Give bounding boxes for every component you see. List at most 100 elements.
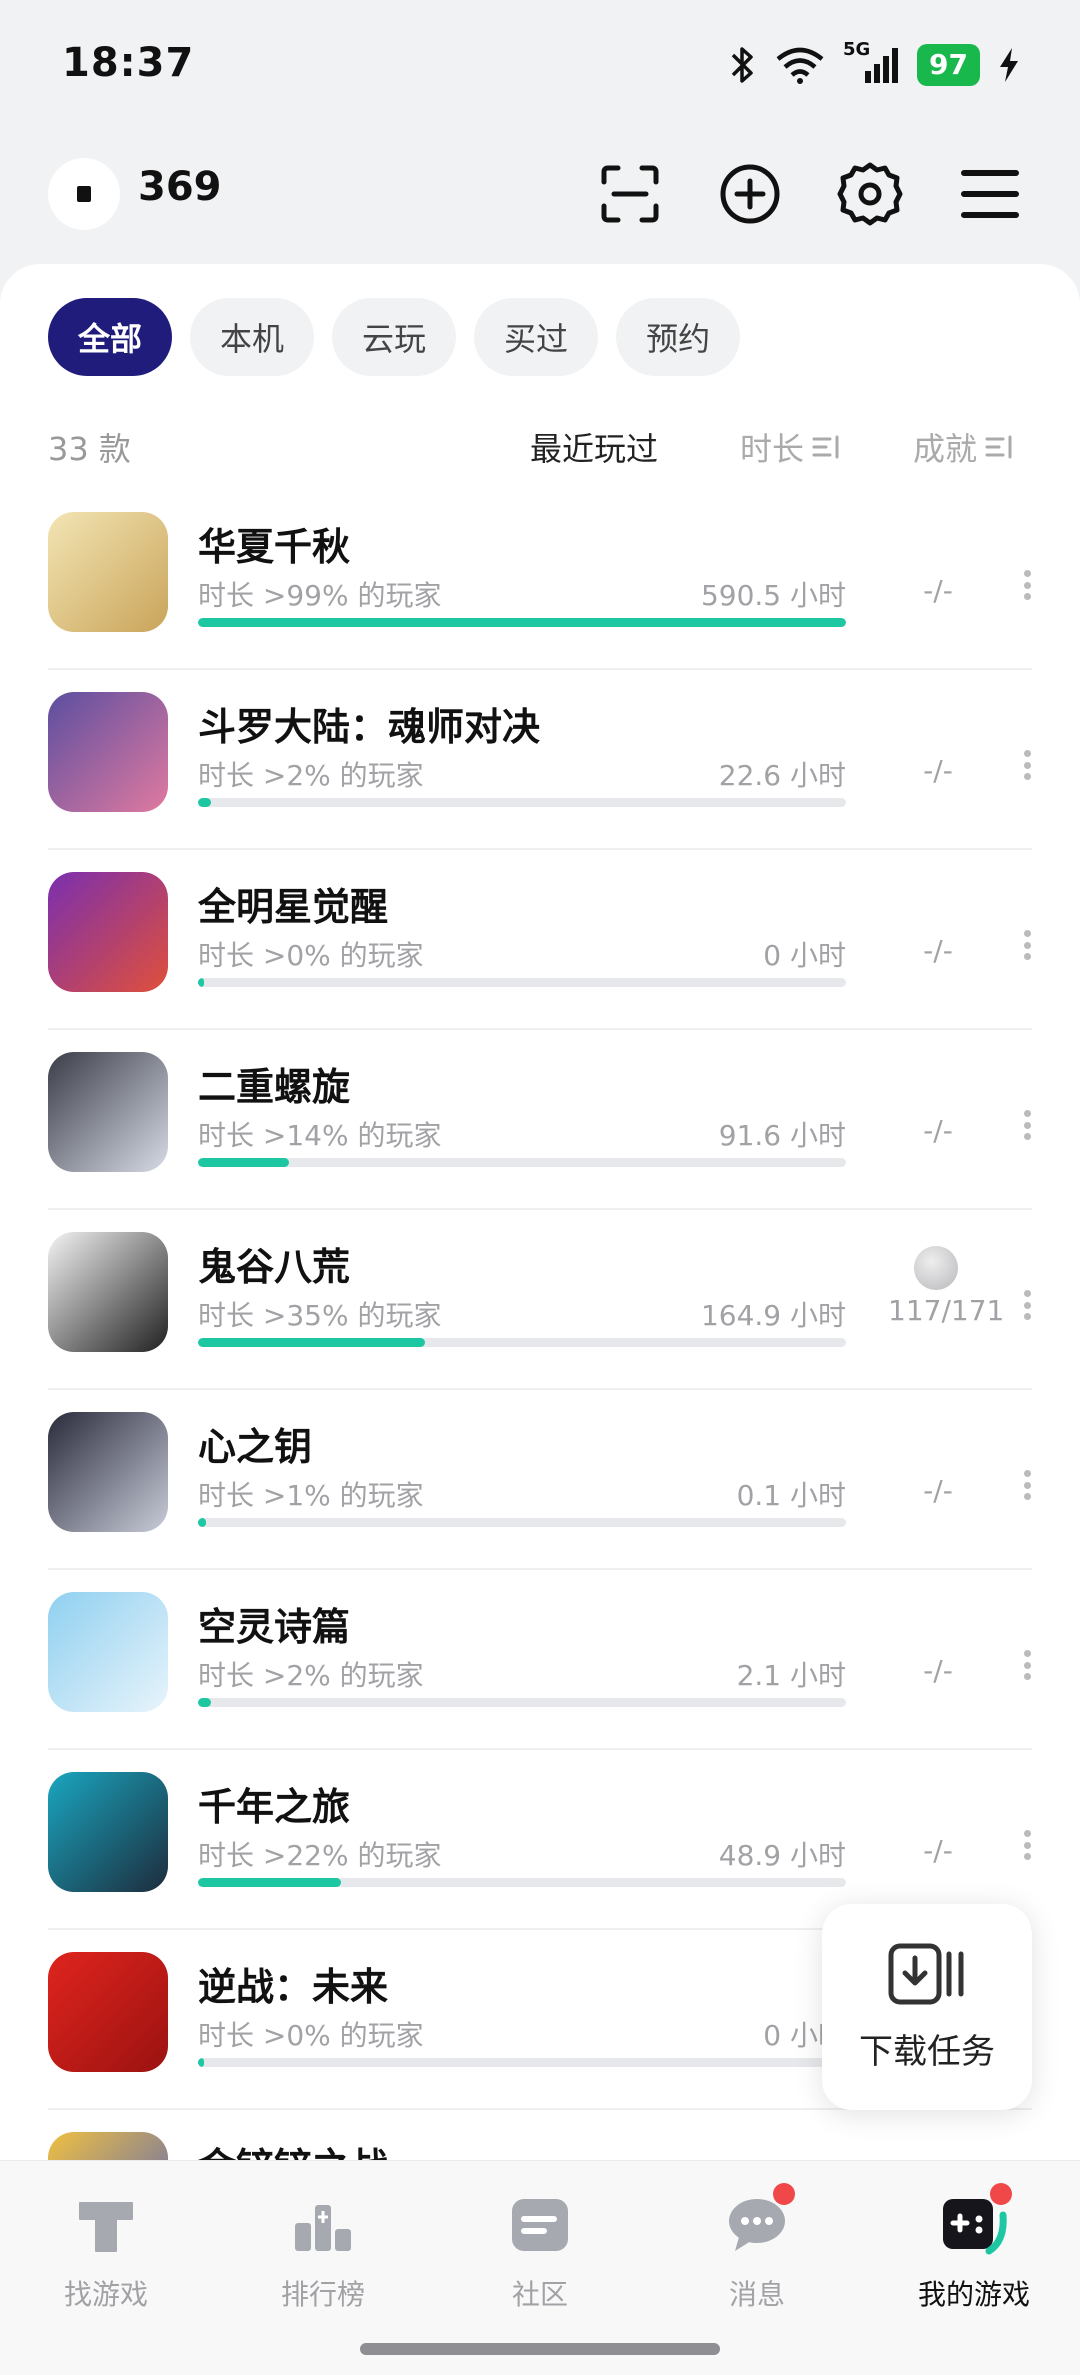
playtime-hours: 2.1 小时: [736, 1659, 846, 1692]
playtime-rank: 时长 >0% 的玩家: [198, 2019, 424, 2052]
home-indicator[interactable]: [360, 2343, 720, 2355]
game-row[interactable]: 金铲铲之战: [48, 2110, 1032, 2164]
nav-label: 消息: [728, 2278, 785, 2311]
game-name: 二重螺旋: [198, 1065, 351, 1109]
more-options-icon[interactable]: [1022, 1290, 1032, 1320]
nav-ranking[interactable]: 排行榜: [243, 2189, 403, 2313]
my-games-icon: [938, 2183, 1012, 2261]
message-icon: [721, 2183, 795, 2261]
playtime-rank: 时长 >14% 的玩家: [198, 1119, 442, 1152]
avatar-image: [77, 186, 91, 202]
tab-all[interactable]: 全部: [48, 298, 173, 376]
playtime-hours: 0 小时: [763, 939, 846, 972]
playtime-rank: 时长 >2% 的玩家: [198, 759, 424, 792]
settings-button[interactable]: [834, 158, 906, 230]
gear-icon: [837, 162, 903, 226]
game-icon[interactable]: [48, 1592, 168, 1712]
filter-tabs: 全部 本机 云玩 买过 预约: [48, 298, 741, 376]
nav-label: 找游戏: [63, 2278, 148, 2311]
signal-icon: 5G: [843, 39, 899, 85]
nav-find-games[interactable]: 找游戏: [26, 2189, 186, 2313]
playtime-rank: 时长 >1% 的玩家: [198, 1479, 424, 1512]
game-name: 千年之旅: [198, 1785, 351, 1829]
game-row[interactable]: 二重螺旋 时长 >14% 的玩家 91.6 小时 -/-: [48, 1030, 1032, 1210]
game-icon[interactable]: [48, 1232, 168, 1352]
playtime-hours: 22.6 小时: [718, 759, 846, 792]
playtime-rank: 时长 >0% 的玩家: [198, 939, 424, 972]
playtime-progress-bar: [198, 2058, 846, 2067]
playtime-progress-bar: [198, 1698, 846, 1707]
charging-icon: [1000, 48, 1018, 82]
playtime-progress-fill: [198, 798, 211, 807]
sort-icon: [812, 435, 839, 459]
scan-button[interactable]: [594, 158, 666, 230]
download-tasks-button[interactable]: 下载任务: [822, 1904, 1032, 2110]
more-options-icon[interactable]: [1022, 1110, 1032, 1140]
nav-label: 排行榜: [280, 2278, 365, 2311]
playtime-progress-fill: [198, 978, 205, 987]
download-icon: [888, 1943, 964, 2004]
game-row[interactable]: 心之钥 时长 >1% 的玩家 0.1 小时 -/-: [48, 1390, 1032, 1570]
game-row[interactable]: 斗罗大陆：魂师对决 时长 >2% 的玩家 22.6 小时 -/-: [48, 670, 1032, 850]
more-options-icon[interactable]: [1022, 750, 1032, 780]
game-icon[interactable]: [48, 1412, 168, 1532]
game-icon[interactable]: [48, 1052, 168, 1172]
game-name: 全明星觉醒: [198, 885, 389, 929]
sort-duration[interactable]: 时长: [740, 424, 842, 470]
game-row[interactable]: 千年之旅 时长 >22% 的玩家 48.9 小时 -/-: [48, 1750, 1032, 1930]
game-icon[interactable]: [48, 692, 168, 812]
game-row[interactable]: 全明星觉醒 时长 >0% 的玩家 0 小时 -/-: [48, 850, 1032, 1030]
nav-messages[interactable]: 消息: [677, 2183, 837, 2313]
nav-community[interactable]: 社区: [460, 2189, 620, 2313]
plus-circle-icon: [720, 164, 780, 224]
avatar[interactable]: [48, 158, 120, 230]
playtime-hours: 590.5 小时: [700, 579, 846, 612]
tab-reserved[interactable]: 预约: [616, 298, 741, 376]
more-options-icon[interactable]: [1022, 1830, 1032, 1860]
message-badge: [773, 2183, 795, 2205]
trophy-icon: [914, 1246, 958, 1290]
nav-my-games[interactable]: 我的游戏: [894, 2183, 1054, 2313]
game-name: 斗罗大陆：魂师对决: [198, 705, 541, 749]
ranking-icon: [287, 2189, 359, 2261]
playtime-progress-fill: [198, 1698, 211, 1707]
game-icon[interactable]: [48, 512, 168, 632]
more-options-icon[interactable]: [1022, 1470, 1032, 1500]
battery-level: 97: [917, 44, 980, 86]
playtime-progress-fill: [198, 618, 846, 627]
achievement-count: -/-: [923, 1834, 953, 1867]
game-icon[interactable]: [48, 1952, 168, 2072]
game-name: 空灵诗篇: [198, 1605, 351, 1649]
playtime-progress-bar: [198, 1878, 846, 1887]
game-row[interactable]: 空灵诗篇 时长 >2% 的玩家 2.1 小时 -/-: [48, 1570, 1032, 1750]
more-options-icon[interactable]: [1022, 930, 1032, 960]
coin-balance[interactable]: 369: [138, 164, 222, 210]
playtime-rank: 时长 >35% 的玩家: [198, 1299, 442, 1332]
tab-purchased[interactable]: 买过: [474, 298, 599, 376]
more-options-icon[interactable]: [1022, 1650, 1032, 1680]
game-icon[interactable]: [48, 872, 168, 992]
game-name: 华夏千秋: [198, 525, 351, 569]
sort-achievement[interactable]: 成就: [913, 424, 1015, 470]
sort-icon: [985, 435, 1012, 459]
sort-duration-label: 时长: [740, 430, 805, 468]
sort-achievement-label: 成就: [913, 430, 978, 468]
tab-cloud[interactable]: 云玩: [332, 298, 457, 376]
playtime-hours: 0.1 小时: [736, 1479, 846, 1512]
tab-local[interactable]: 本机: [190, 298, 315, 376]
game-icon[interactable]: [48, 1772, 168, 1892]
sort-recent[interactable]: 最近玩过: [530, 424, 658, 470]
game-row[interactable]: 华夏千秋 时长 >99% 的玩家 590.5 小时 -/-: [48, 490, 1032, 670]
add-button[interactable]: [714, 158, 786, 230]
status-time: 18:37: [62, 40, 195, 86]
more-options-icon[interactable]: [1022, 570, 1032, 600]
game-row[interactable]: 鬼谷八荒 时长 >35% 的玩家 164.9 小时 117/171: [48, 1210, 1032, 1390]
game-count: 33 款: [48, 430, 131, 468]
game-name: 心之钥: [198, 1425, 313, 1469]
achievement-count: -/-: [923, 1474, 953, 1507]
menu-button[interactable]: [954, 158, 1026, 230]
playtime-progress-fill: [198, 2058, 205, 2067]
scan-icon: [601, 165, 659, 223]
playtime-rank: 时长 >22% 的玩家: [198, 1839, 442, 1872]
achievement-count: 117/171: [888, 1294, 1005, 1327]
